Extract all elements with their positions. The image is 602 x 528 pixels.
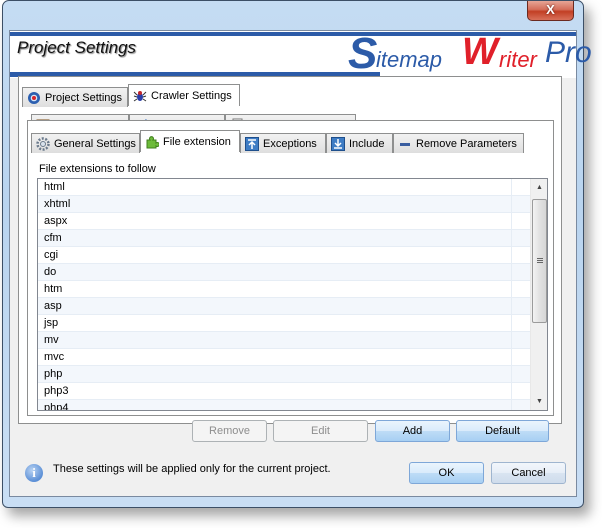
list-item[interactable]: aspx [38, 213, 530, 230]
list-item-text: php [44, 368, 63, 380]
info-message: These settings will be applied only for … [53, 463, 331, 475]
list-item[interactable]: mvc [38, 349, 530, 366]
tab-remove-parameters[interactable]: Remove Parameters [393, 133, 524, 153]
list-item[interactable]: php4 [38, 400, 530, 411]
page-title: Project Settings [17, 38, 137, 57]
tab-exceptions[interactable]: Exceptions [240, 133, 326, 153]
list-item-extra-column [511, 213, 530, 230]
list-item-text: php4 [44, 402, 69, 411]
scrollbar-thumb[interactable] [532, 199, 547, 323]
file-extensions-label: File extensions to follow [39, 163, 156, 175]
close-icon: X [546, 2, 555, 17]
logo-letter-w: W [462, 31, 498, 73]
list-item-text: mv [44, 334, 59, 346]
tab-crawler-settings[interactable]: Crawler Settings [128, 84, 240, 106]
tab-label: File extension [163, 135, 231, 148]
list-item[interactable]: php3 [38, 383, 530, 400]
edit-button[interactable]: Edit [273, 420, 368, 442]
logo-text-itemap: itemap [376, 47, 443, 72]
list-item-text: xhtml [44, 198, 71, 210]
list-item-extra-column [511, 400, 530, 410]
arrow-down-bar-icon [331, 136, 345, 151]
gear-icon [27, 91, 41, 105]
list-item-text: html [44, 181, 65, 193]
arrow-up-bar-icon [245, 136, 259, 151]
list-item-text: aspx [44, 215, 68, 227]
grip-line [537, 260, 543, 261]
list-item-extra-column [511, 332, 530, 349]
tab-label: General Settings [54, 137, 136, 150]
banner: Project Settings S itemap W riter Pro [10, 29, 592, 78]
vertical-scrollbar[interactable]: ▲ ▼ [530, 179, 547, 410]
close-button[interactable]: X [527, 1, 574, 21]
list-item-extra-column [511, 315, 530, 332]
list-item-text: mvc [44, 351, 65, 363]
list-item-text: cfm [44, 232, 62, 244]
list-item[interactable]: html [38, 179, 530, 196]
tab-file-extension[interactable]: File extension [140, 130, 240, 152]
tab-label: Include [349, 137, 385, 150]
logo-text-pro: Pro [545, 36, 592, 69]
puzzle-icon [145, 135, 160, 149]
add-button[interactable]: Add [375, 420, 450, 442]
list-item-extra-column [511, 383, 530, 400]
tab-label: Project Settings [45, 91, 123, 104]
logo-letter-s: S [348, 29, 378, 78]
info-icon: i [25, 464, 43, 482]
gear-icon [36, 136, 50, 151]
scroll-up-arrow[interactable]: ▲ [531, 179, 547, 196]
file-extensions-list[interactable]: php4 php3 php mvc mv jsp asp htm do cgi cfm aspx xht… [37, 178, 548, 411]
spider-icon [133, 89, 147, 103]
tab-label: Exceptions [263, 137, 317, 150]
list-item[interactable]: do [38, 264, 530, 281]
list-item[interactable]: cfm [38, 230, 530, 247]
tab-label: Crawler Settings [151, 89, 232, 102]
default-button[interactable]: Default [456, 420, 549, 442]
list-item-extra-column [511, 281, 530, 298]
list-item[interactable]: cgi [38, 247, 530, 264]
cancel-button[interactable]: Cancel [491, 462, 566, 484]
list-item-extra-column [511, 349, 530, 366]
list-item-text: php3 [44, 385, 69, 397]
logo-text-riter: riter [499, 47, 537, 72]
list-item[interactable]: php [38, 366, 530, 383]
list-item-extra-column [511, 298, 530, 315]
list-item[interactable]: xhtml [38, 196, 530, 213]
grip-line [537, 262, 543, 263]
list-item-text: do [44, 266, 57, 278]
list-item-text: jsp [44, 317, 59, 329]
list-item-extra-column [511, 196, 530, 213]
tab-general-settings[interactable]: General Settings [31, 133, 140, 153]
list-item-text: htm [44, 283, 63, 295]
remove-button[interactable]: Remove [192, 420, 267, 442]
list-item[interactable]: htm [38, 281, 530, 298]
list-item-extra-column [511, 247, 530, 264]
list-item-text: cgi [44, 249, 59, 261]
list-item[interactable]: asp [38, 298, 530, 315]
tab-label: Remove Parameters [416, 137, 517, 150]
scroll-down-arrow[interactable]: ▼ [531, 393, 547, 410]
list-item-extra-column [511, 264, 530, 281]
list-item-extra-column [511, 366, 530, 383]
ok-button[interactable]: OK [409, 462, 484, 484]
list-item[interactable]: mv [38, 332, 530, 349]
sitemapwriter-pro-logo: S itemap W riter Pro [346, 29, 592, 78]
list-item-extra-column [511, 179, 530, 196]
list-item[interactable]: jsp [38, 315, 530, 332]
list-item-text: asp [44, 300, 62, 312]
minus-icon [398, 137, 412, 151]
tab-include[interactable]: Include [326, 133, 393, 153]
tab-project-settings[interactable]: Project Settings [22, 87, 128, 107]
grip-line [537, 258, 543, 259]
list-item-extra-column [511, 230, 530, 247]
